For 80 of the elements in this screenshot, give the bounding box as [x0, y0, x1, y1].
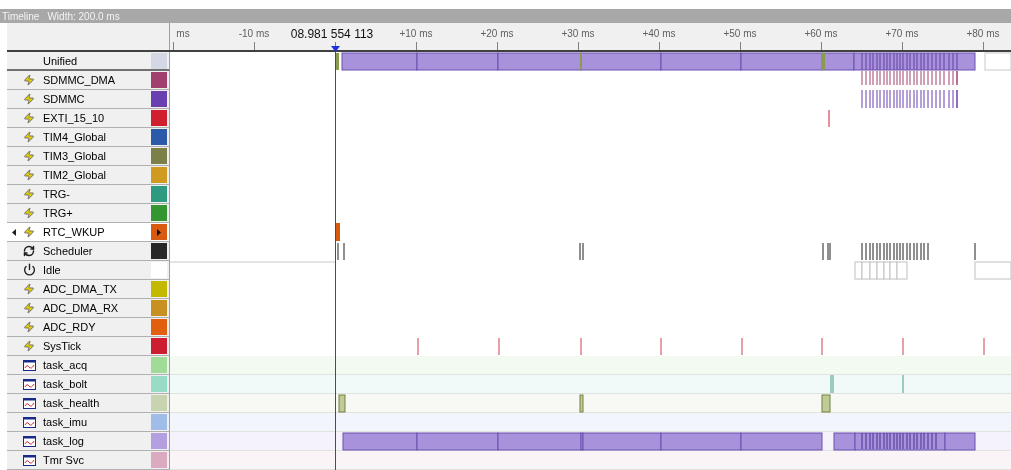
- channel-name: ADC_DMA_RX: [43, 302, 119, 314]
- task-icon: [23, 398, 36, 409]
- lightning-icon: [23, 112, 35, 124]
- channel-name: TRG-: [43, 188, 70, 200]
- channel-name: task_bolt: [43, 378, 88, 390]
- tick-label: +40 ms: [642, 28, 676, 39]
- lightning-icon: [23, 169, 35, 181]
- lightning-icon: [23, 207, 35, 219]
- channel-label[interactable]: TRG+: [7, 204, 170, 223]
- cursor-time: 08.981 554 113: [290, 27, 374, 41]
- channel-name: task_log: [43, 435, 84, 447]
- width-label: Width: 200.0 ms: [47, 10, 120, 22]
- channel-label[interactable]: ADC_DMA_RX: [7, 299, 170, 318]
- channel-label[interactable]: Scheduler: [7, 242, 170, 261]
- lightning-icon: [23, 131, 35, 143]
- tick-label: +20 ms: [480, 28, 514, 39]
- channel-label[interactable]: RTC_WKUP: [7, 223, 170, 242]
- tick-label: +60 ms: [804, 28, 838, 39]
- lightning-icon: [23, 340, 35, 352]
- lightning-icon: [23, 188, 35, 200]
- tick-label: +50 ms: [723, 28, 757, 39]
- channel-label[interactable]: ADC_RDY: [7, 318, 170, 337]
- channel-name: TRG+: [43, 207, 73, 219]
- lightning-icon: [23, 150, 35, 162]
- channel-label[interactable]: ADC_DMA_TX: [7, 280, 170, 299]
- channel-label[interactable]: task_health: [7, 394, 170, 413]
- channel-label[interactable]: TRG-: [7, 185, 170, 204]
- channel-label[interactable]: task_imu: [7, 413, 170, 432]
- channel-name: SDMMC: [43, 93, 85, 105]
- tick-label: -10 ms: [238, 28, 270, 39]
- channel-label[interactable]: Unified: [7, 52, 170, 71]
- channel-name: Unified: [43, 55, 78, 67]
- lightning-icon: [23, 74, 35, 86]
- channel-label[interactable]: task_log: [7, 432, 170, 451]
- window-title: Timeline: [2, 10, 40, 22]
- lightning-icon: [23, 302, 35, 314]
- channel-label[interactable]: SysTick: [7, 337, 170, 356]
- channel-name: task_acq: [43, 359, 88, 371]
- caret-icon: [157, 228, 161, 236]
- channel-name: task_health: [43, 397, 100, 409]
- channel-name: Idle: [43, 264, 61, 276]
- tick-label: +10 ms: [399, 28, 433, 39]
- channel-name: SDMMC_DMA: [43, 74, 116, 86]
- task-icon: [23, 436, 36, 447]
- tick-label: ms: [176, 28, 190, 39]
- channel-label[interactable]: TIM2_Global: [7, 166, 170, 185]
- cycle-arrows-icon: [23, 245, 35, 257]
- lightning-icon: [23, 321, 35, 333]
- channel-name: ADC_DMA_TX: [43, 283, 117, 295]
- lightning-icon: [23, 226, 35, 238]
- lightning-icon: [23, 283, 35, 295]
- task-icon: [23, 417, 36, 428]
- channel-name: TIM4_Global: [43, 131, 106, 143]
- lightning-icon: [23, 93, 35, 105]
- channel-name: EXTI_15_10: [43, 112, 105, 124]
- task-icon: [23, 360, 36, 371]
- channel-label[interactable]: SDMMC_DMA: [7, 71, 170, 90]
- channel-name: RTC_WKUP: [43, 226, 105, 238]
- channel-label[interactable]: EXTI_15_10: [7, 109, 170, 128]
- channel-name: ADC_RDY: [43, 321, 96, 333]
- channel-name: Tmr Svc: [43, 454, 84, 466]
- channel-label[interactable]: TIM4_Global: [7, 128, 170, 147]
- channel-name: TIM2_Global: [43, 169, 106, 181]
- caret-icon: [12, 229, 16, 236]
- channel-label[interactable]: Idle: [7, 261, 170, 280]
- tick-label: +70 ms: [885, 28, 919, 39]
- channel-name: SysTick: [43, 340, 82, 352]
- channel-label[interactable]: SDMMC: [7, 90, 170, 109]
- task-icon: [23, 455, 36, 466]
- channel-name: TIM3_Global: [43, 150, 106, 162]
- task-icon: [23, 379, 36, 390]
- channel-label[interactable]: TIM3_Global: [7, 147, 170, 166]
- tick-label: +30 ms: [561, 28, 595, 39]
- power-icon: [23, 263, 36, 276]
- channel-name: Scheduler: [43, 245, 93, 257]
- channel-label[interactable]: Tmr Svc: [7, 451, 170, 470]
- channel-label[interactable]: task_bolt: [7, 375, 170, 394]
- channel-name: task_imu: [43, 416, 88, 428]
- channel-label[interactable]: task_acq: [7, 356, 170, 375]
- tick-label: +80 ms: [966, 28, 1000, 39]
